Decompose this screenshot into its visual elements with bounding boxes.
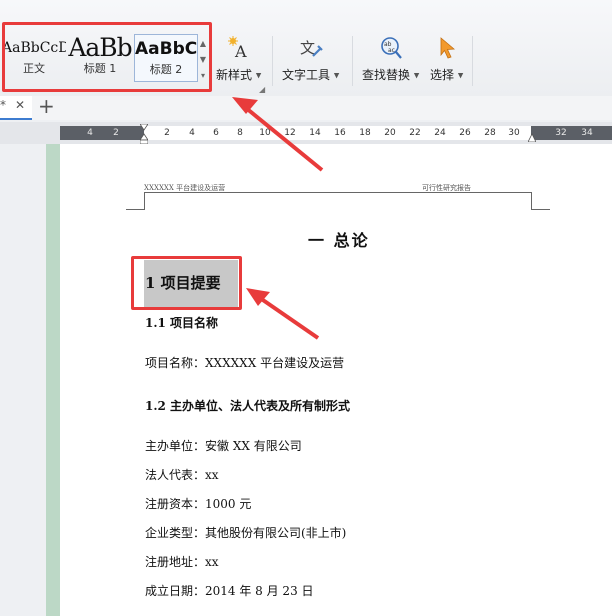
ruler-number: 20	[384, 128, 396, 138]
ribbon-separator	[352, 36, 353, 86]
body-line[interactable]: 注册地址：xx	[145, 553, 219, 570]
text-tools-button[interactable]: 文 文字工具 ▼	[282, 36, 339, 83]
ruler-number: 22	[409, 128, 421, 138]
ruler-number: 4	[189, 128, 195, 138]
ribbon-separator	[272, 36, 273, 86]
ribbon-separator	[472, 36, 473, 86]
new-style-button[interactable]: A 新样式 ▼	[216, 36, 261, 83]
select-button[interactable]: 选择 ▼	[430, 36, 463, 83]
ruler-number: 8	[237, 128, 243, 138]
new-style-label: 新样式	[216, 68, 253, 82]
document-tab[interactable]: * ✕	[0, 96, 32, 120]
dropdown-arrow-icon: ▼	[413, 71, 420, 80]
body-line[interactable]: 企业类型：其他股份有限公司(非上市)	[145, 524, 346, 541]
ruler-number: 2	[113, 128, 119, 138]
svg-text:A: A	[234, 42, 247, 60]
annotation-box-styles	[2, 22, 212, 92]
ruler-number: 28	[484, 128, 496, 138]
ruler-number: 12	[284, 128, 296, 138]
svg-text:文: 文	[300, 39, 315, 57]
dialog-launcher-icon[interactable]: ◢	[259, 85, 265, 94]
header-rule-left	[126, 209, 145, 210]
document-canvas[interactable]: XXXXXX 平台建设及运营 可行性研究报告 一 总论 1 项目提要 1.1 项…	[0, 144, 612, 616]
dropdown-arrow-icon: ▼	[255, 71, 262, 80]
page-margin-strip	[46, 144, 60, 616]
find-replace-button[interactable]: ab ac 查找替换 ▼	[362, 36, 419, 83]
right-indent-marker-icon[interactable]	[528, 128, 536, 142]
ruler-number: 14	[309, 128, 321, 138]
header-rule	[144, 192, 532, 210]
indent-marker-icon[interactable]	[140, 124, 148, 144]
text-tools-icon: 文	[300, 39, 323, 57]
dropdown-arrow-icon: ▼	[457, 71, 464, 80]
ruler-number: 6	[213, 128, 219, 138]
ruler-number: 30	[508, 128, 520, 138]
select-cursor-icon	[440, 37, 455, 59]
body-line[interactable]: 项目名称：XXXXXX 平台建设及运营	[145, 354, 344, 371]
chapter-title[interactable]: 一 总论	[308, 227, 370, 251]
header-rule-right	[531, 209, 550, 210]
document-tab-strip: * ✕ +	[0, 94, 612, 120]
ruler-number: 10	[259, 128, 271, 138]
body-line[interactable]: 成立日期：2014 年 8 月 23 日	[145, 582, 314, 599]
find-replace-label: 查找替换	[362, 68, 411, 82]
ruler-number: 16	[334, 128, 346, 138]
close-icon[interactable]: ✕	[15, 98, 25, 112]
annotation-box-heading	[131, 256, 242, 310]
ruler-number: 32	[555, 128, 567, 138]
ruler-number: 34	[581, 128, 593, 138]
heading-2[interactable]: 1.1 项目名称	[145, 314, 218, 331]
ruler-number: 2	[164, 128, 170, 138]
new-tab-plus-icon[interactable]: +	[38, 94, 55, 118]
ruler-number: 4	[87, 128, 93, 138]
tab-modified-mark: *	[0, 98, 6, 112]
select-label: 选择	[430, 68, 455, 82]
dropdown-arrow-icon: ▼	[333, 71, 340, 80]
body-line[interactable]: 主办单位：安徽 XX 有限公司	[145, 437, 302, 454]
body-line[interactable]: 法人代表：xx	[145, 466, 219, 483]
text-tools-label: 文字工具	[282, 68, 331, 82]
ruler-number: 26	[459, 128, 471, 138]
svg-text:ac: ac	[388, 47, 395, 54]
ruler-number: 24	[434, 128, 446, 138]
heading-2[interactable]: 1.2 主办单位、法人代表及所有制形式	[145, 397, 350, 414]
document-page[interactable]: XXXXXX 平台建设及运营 可行性研究报告 一 总论 1 项目提要 1.1 项…	[60, 144, 612, 616]
ruler-number: 18	[359, 128, 371, 138]
new-style-icon: A	[227, 36, 247, 60]
body-line[interactable]: 注册资本：1000 元	[145, 495, 251, 512]
ribbon-toolbar: AaBbCcDd 正文 AaBb 标题 1 AaBbC 标题 2 ▲ ▼ ▾ ◢…	[0, 0, 612, 97]
find-replace-icon: ab ac	[380, 37, 402, 59]
